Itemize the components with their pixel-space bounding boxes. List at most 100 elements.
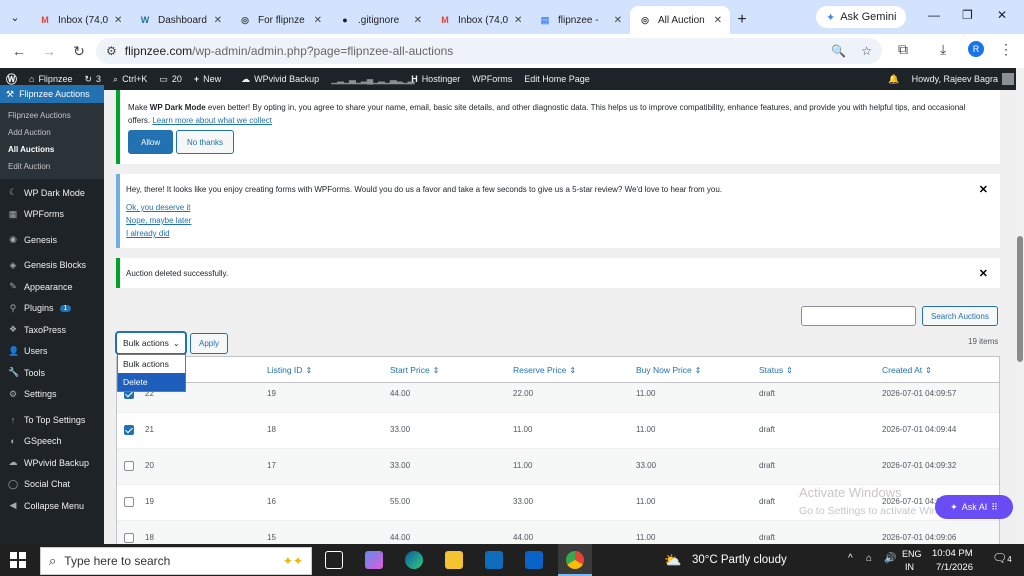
sidebar-item-9[interactable]: ⚙ Settings	[0, 384, 104, 406]
close-icon[interactable]: ✕	[214, 15, 222, 26]
language-code[interactable]: ENG	[902, 549, 922, 559]
column-header-4[interactable]: Status ⇕	[759, 365, 793, 375]
search-input[interactable]	[801, 306, 916, 326]
restore-button[interactable]: ❐	[962, 8, 973, 22]
sidebar-item-11[interactable]: ◐ GSpeech	[0, 431, 104, 453]
comments-link[interactable]: ▭ 20	[153, 68, 188, 90]
volume-icon[interactable]: 🔊	[884, 553, 896, 564]
column-header-1[interactable]: Start Price ⇕	[390, 365, 439, 375]
close-icon[interactable]: ✕	[514, 15, 522, 26]
account-menu[interactable]: Howdy, Rajeev Bagra	[906, 68, 1024, 90]
close-icon[interactable]: ✕	[714, 15, 722, 26]
close-icon[interactable]: ✕	[614, 15, 622, 26]
browser-menu-icon[interactable]: ⋮	[999, 41, 1013, 58]
wpforms-review-link-2[interactable]: I already did	[126, 227, 191, 240]
zoom-icon[interactable]: 🔍	[831, 44, 846, 58]
sidebar-item-6[interactable]: ❖ TaxoPress	[0, 319, 104, 341]
sidebar-item-10[interactable]: ↑ To Top Settings	[0, 409, 104, 431]
bulk-option-delete[interactable]: Delete	[118, 373, 185, 391]
tray-overflow-icon[interactable]: ^	[848, 553, 853, 564]
row-checkbox[interactable]	[124, 497, 134, 507]
tab-1[interactable]: W Dashboard ✕	[130, 6, 230, 34]
sidebar-subitem-1[interactable]: Add Auction	[0, 124, 104, 141]
sidebar-item-8[interactable]: 🔧 Tools	[0, 362, 104, 384]
back-button[interactable]: ←	[4, 43, 34, 59]
bulk-option-bulk-actions[interactable]: Bulk actions	[118, 355, 185, 373]
minimize-button[interactable]: —	[928, 8, 940, 22]
wpvivid-backup-link[interactable]: ☁ WPvivid Backup	[235, 68, 325, 90]
tab-3[interactable]: ● .gitignore ✕	[330, 6, 430, 34]
wpforms-review-link-1[interactable]: Nope, maybe later	[126, 214, 191, 227]
learn-more-link[interactable]: Learn more about what we collect	[152, 116, 272, 125]
sidebar-item-14[interactable]: ◀ Collapse Menu	[0, 495, 104, 517]
bookmark-star-icon[interactable]: ☆	[861, 44, 872, 58]
notifications-icon[interactable]: 🗨4	[992, 551, 1012, 565]
sidebar-item-3[interactable]: ◈ Genesis Blocks	[0, 255, 104, 277]
tab-search-button[interactable]: ⌄	[0, 0, 30, 34]
sidebar-item-2[interactable]: ◉ Genesis	[0, 229, 104, 251]
download-icon[interactable]: ⤓	[940, 41, 946, 58]
url-bar[interactable]: ⚙ flipnzee.com/wp-admin/admin.php?page=f…	[96, 38, 882, 64]
sidebar-item-0[interactable]: ☾ WP Dark Mode	[0, 182, 104, 204]
forward-button[interactable]: →	[34, 43, 64, 59]
store-icon[interactable]	[485, 551, 503, 569]
page-scrollbar[interactable]	[1016, 68, 1024, 544]
network-icon[interactable]: ⌂	[866, 553, 872, 564]
tab-2[interactable]: ◎ For flipnze ✕	[230, 6, 330, 34]
close-icon[interactable]: ✕	[979, 267, 988, 280]
sidebar-item-12[interactable]: ☁ WPvivid Backup	[0, 452, 104, 474]
no-thanks-button[interactable]: No thanks	[176, 130, 235, 154]
region-code[interactable]: IN	[905, 562, 914, 572]
column-header-2[interactable]: Reserve Price ⇕	[513, 365, 576, 375]
column-header-0[interactable]: Listing ID ⇕	[267, 365, 312, 375]
notifications-bell-icon[interactable]: 🔔	[882, 68, 905, 90]
copilot-icon[interactable]	[365, 551, 383, 569]
ask-gemini-button[interactable]: ✦ Ask Gemini	[816, 6, 907, 28]
table-row[interactable]: 20 17 33.00 11.00 33.00 draft 2026-07-01 04:09…	[117, 449, 999, 485]
weather-text[interactable]: 30°C Partly cloudy	[692, 554, 787, 566]
clock-date[interactable]: 7/1/2026	[936, 562, 973, 573]
sidebar-item-flipnzee-auctions[interactable]: ⚒ Flipnzee Auctions	[0, 85, 104, 103]
reload-button[interactable]: ↻	[64, 43, 94, 60]
profile-avatar[interactable]: R	[968, 41, 984, 57]
close-icon[interactable]: ✕	[314, 15, 322, 26]
edge-icon[interactable]	[405, 551, 423, 569]
table-row[interactable]: 22 19 44.00 22.00 11.00 draft 2026-07-01 04:09…	[117, 383, 999, 413]
weather-icon[interactable]: ⛅	[664, 552, 681, 569]
row-checkbox[interactable]	[124, 461, 134, 471]
tab-5[interactable]: ▤ flipnzee - ✕	[530, 6, 630, 34]
ask-ai-button[interactable]: ✦ Ask AI ⠿	[935, 495, 1013, 519]
scrollbar-thumb[interactable]	[1017, 236, 1023, 362]
bulk-actions-select[interactable]: Bulk actions ⌄	[116, 332, 186, 354]
wpforms-review-link-0[interactable]: Ok, you deserve it	[126, 201, 191, 214]
column-header-3[interactable]: Buy Now Price ⇕	[636, 365, 701, 375]
tab-6[interactable]: ◎ All Auction ✕	[630, 6, 730, 34]
sidebar-item-7[interactable]: 👤 Users	[0, 341, 104, 363]
sidebar-item-1[interactable]: ▦ WPForms	[0, 204, 104, 226]
outlook-icon[interactable]	[525, 551, 543, 569]
extensions-icon[interactable]: ⧉	[898, 41, 908, 58]
row-checkbox[interactable]	[124, 425, 134, 435]
taskbar-search[interactable]: ⌕ Type here to search ✦✦	[40, 547, 312, 575]
close-icon[interactable]: ✕	[414, 15, 422, 26]
edit-home-page-link[interactable]: Edit Home Page	[518, 68, 596, 90]
new-content-link[interactable]: + New	[188, 68, 227, 90]
close-icon[interactable]: ✕	[114, 15, 122, 26]
sidebar-subitem-2[interactable]: All Auctions	[0, 141, 104, 158]
chrome-taskbar-button[interactable]	[558, 544, 592, 576]
close-icon[interactable]: ✕	[979, 183, 988, 196]
apply-button[interactable]: Apply	[190, 333, 229, 354]
row-checkbox[interactable]	[124, 533, 134, 543]
clock-time[interactable]: 10:04 PM	[932, 548, 973, 559]
table-row[interactable]: 21 18 33.00 11.00 11.00 draft 2026-07-01 04:09…	[117, 413, 999, 449]
sidebar-subitem-0[interactable]: Flipnzee Auctions	[0, 107, 104, 124]
sidebar-subitem-3[interactable]: Edit Auction	[0, 158, 104, 175]
sidebar-item-4[interactable]: ✎ Appearance	[0, 276, 104, 298]
new-tab-button[interactable]: +	[730, 6, 754, 34]
windows-start-icon[interactable]	[10, 552, 26, 568]
tab-0[interactable]: M Inbox (74,0 ✕	[30, 6, 130, 34]
close-window-button[interactable]: ✕	[997, 8, 1007, 22]
sidebar-item-5[interactable]: ⚲ Plugins 1	[0, 298, 104, 320]
site-info-icon[interactable]: ⚙	[106, 44, 117, 58]
sidebar-item-13[interactable]: ◯ Social Chat	[0, 474, 104, 496]
